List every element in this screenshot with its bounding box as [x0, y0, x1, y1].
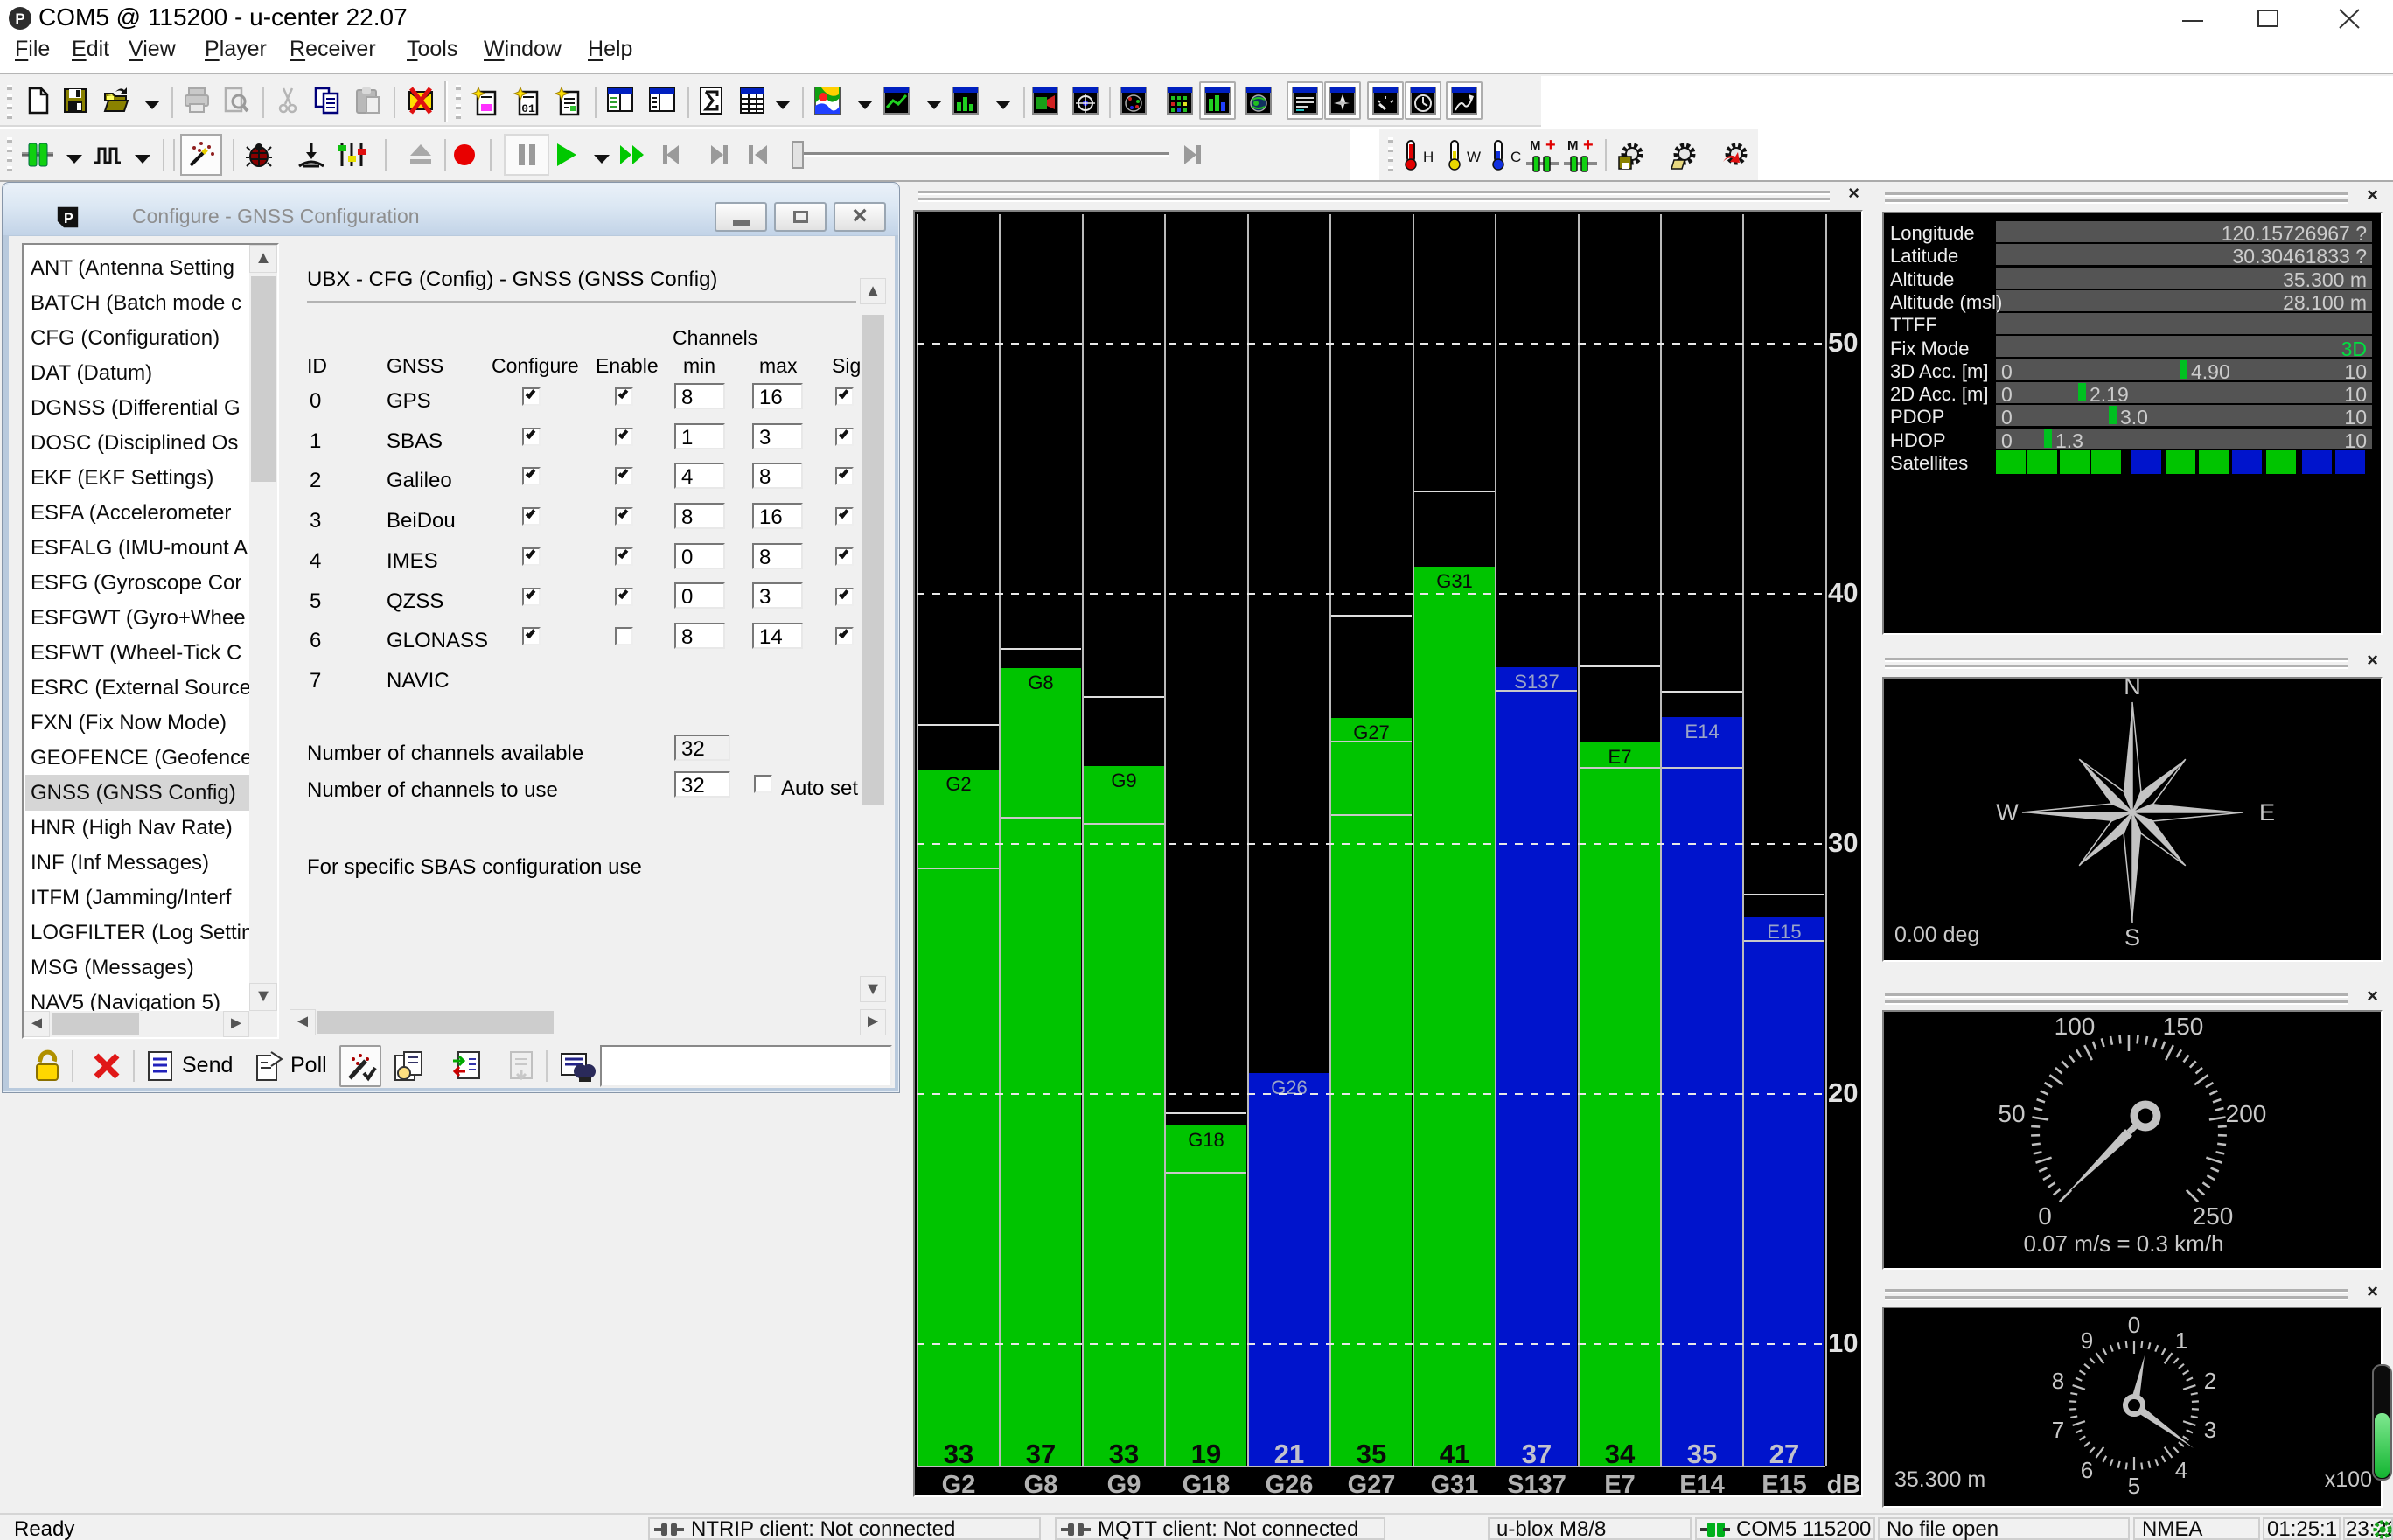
svg-text:35.300 m: 35.300 m — [1894, 1467, 1985, 1492]
svg-text:P: P — [64, 211, 73, 226]
svg-text:8: 8 — [2052, 1368, 2064, 1394]
svg-text:C: C — [1510, 149, 1521, 165]
svg-text:6: 6 — [2081, 1457, 2093, 1483]
svg-text:01: 01 — [521, 102, 535, 115]
svg-text:3: 3 — [2204, 1417, 2216, 1443]
svg-text:x100: x100 — [2325, 1467, 2372, 1492]
svg-text:2: 2 — [2204, 1368, 2216, 1394]
svg-text:4: 4 — [2175, 1457, 2187, 1483]
svg-text:100: 100 — [2055, 1013, 2096, 1040]
svg-text:+: + — [1545, 136, 1556, 155]
svg-text:0.00 deg: 0.00 deg — [1894, 923, 1979, 947]
svg-text:W: W — [1996, 799, 2019, 826]
svg-text:S: S — [2124, 924, 2140, 951]
svg-text:0.07 m/s = 0.3 km/h: 0.07 m/s = 0.3 km/h — [2023, 1230, 2223, 1257]
svg-text:1: 1 — [2175, 1327, 2187, 1354]
svg-text:250: 250 — [2193, 1202, 2234, 1230]
svg-text:N: N — [2124, 673, 2141, 700]
svg-text:150: 150 — [2163, 1013, 2204, 1040]
svg-text:+: + — [1583, 136, 1594, 155]
svg-text:M: M — [1530, 138, 1541, 153]
svg-text:9: 9 — [2081, 1327, 2093, 1354]
svg-text:P: P — [15, 10, 24, 27]
svg-text:E: E — [2259, 799, 2275, 826]
svg-text:W: W — [1467, 149, 1481, 165]
svg-text:H: H — [1423, 149, 1434, 165]
svg-text:50: 50 — [1998, 1100, 2025, 1127]
svg-text:5: 5 — [2128, 1473, 2140, 1499]
svg-text:7: 7 — [2052, 1417, 2064, 1443]
svg-text:200: 200 — [2226, 1100, 2267, 1127]
svg-text:0: 0 — [2128, 1312, 2140, 1338]
svg-text:M: M — [1567, 138, 1579, 153]
svg-text:0: 0 — [2038, 1202, 2052, 1230]
